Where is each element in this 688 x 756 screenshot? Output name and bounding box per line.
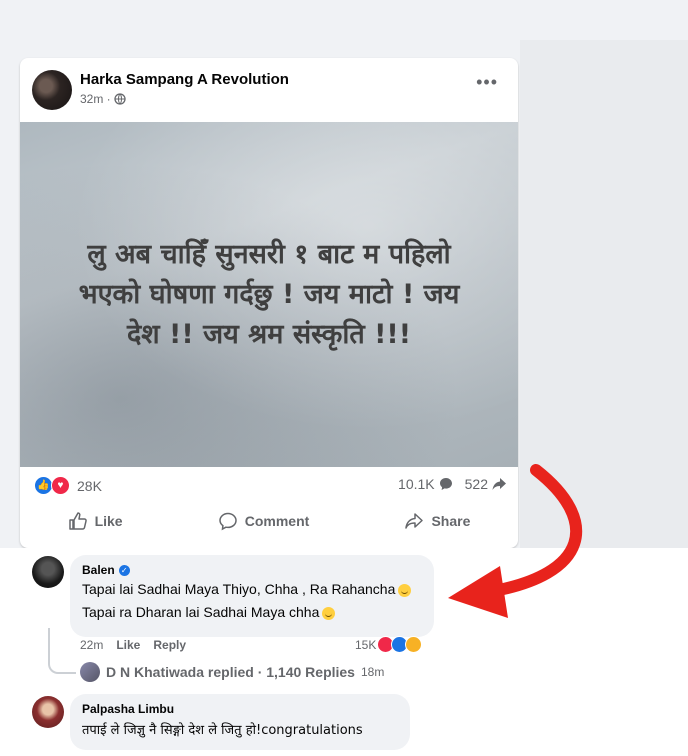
like-button[interactable]: Like [68, 511, 123, 531]
comment-time[interactable]: 22m [80, 638, 103, 652]
background-panel [520, 40, 688, 560]
commenter-name[interactable]: Balen ✓ [82, 563, 422, 577]
reply-thread-line [48, 628, 76, 674]
comment-bubble: Balen ✓ Tapai lai Sadhai Maya Thiyo, Chh… [70, 555, 434, 637]
commenter-avatar[interactable] [32, 556, 64, 588]
comment-count[interactable]: 10.1K [398, 476, 435, 492]
post-card: Harka Sampang A Revolution 32m · ••• लु … [20, 58, 518, 548]
more-options-icon[interactable]: ••• [476, 72, 498, 93]
post-image-text: लु अब चाहिँ सुनसरी १ बाट म पहिलो भएको घो… [78, 238, 460, 350]
view-replies-link[interactable]: D N Khatiwada replied · 1,140 Replies 18… [80, 662, 384, 682]
post-image[interactable]: लु अब चाहिँ सुनसरी १ बाट म पहिलो भएको घो… [20, 122, 518, 467]
comment-button[interactable]: Comment [218, 511, 310, 531]
verified-badge-icon: ✓ [118, 564, 130, 576]
commenter-avatar[interactable] [32, 696, 64, 728]
commenter-name[interactable]: Palpasha Limbu [82, 702, 398, 716]
comment-text: Tapai ra Dharan lai Sadhai Maya chha [82, 604, 422, 620]
comment-reaction-count: 15K [355, 637, 377, 652]
smile-emoji-icon [322, 606, 336, 620]
comment-meta: 22m Like Reply [80, 638, 186, 652]
comment-line: Tapai lai Sadhai Maya Thiyo, Chha , Ra R… [82, 581, 396, 597]
globe-icon [114, 93, 126, 105]
comments-section: Balen ✓ Tapai lai Sadhai Maya Thiyo, Chh… [0, 548, 688, 756]
replier-avatar [80, 662, 100, 682]
comment-like-button[interactable]: Like [116, 638, 140, 652]
reaction-summary[interactable]: 👍 ♥ 28K [34, 476, 102, 495]
commenter-name-text: Balen [82, 563, 115, 577]
share-count[interactable]: 522 [465, 476, 488, 492]
author-avatar[interactable] [32, 70, 72, 110]
post-author[interactable]: Harka Sampang A Revolution [80, 71, 289, 88]
engagement-counts: 10.1K 522 [398, 476, 506, 492]
post-meta: 32m · [80, 92, 126, 106]
share-label: Share [431, 513, 471, 529]
comment-icon [218, 512, 237, 531]
comment-bubble-icon [439, 478, 452, 490]
comment-text: तपाई ले जिज्ञु नै सिङ्गो देश ले जितु हो!… [82, 723, 363, 738]
commenter-name-text: Palpasha Limbu [82, 702, 175, 716]
comment-reply-button[interactable]: Reply [153, 638, 186, 652]
share-arrow-icon [492, 478, 506, 490]
share-button[interactable]: Share [404, 511, 470, 531]
reply-time: 18m [360, 665, 385, 679]
comment-line: Tapai ra Dharan lai Sadhai Maya chha [82, 604, 320, 620]
comment-text: Tapai lai Sadhai Maya Thiyo, Chha , Ra R… [82, 581, 422, 597]
thumbs-up-icon [68, 512, 87, 530]
post-time[interactable]: 32m · [80, 92, 111, 106]
like-label: Like [94, 513, 123, 529]
comment-label: Comment [244, 513, 310, 529]
reaction-count: 28K [77, 477, 102, 494]
comment-reactions[interactable]: 15K [355, 636, 423, 653]
love-reaction-icon: ♥ [51, 476, 70, 495]
smile-emoji-icon [398, 583, 412, 597]
comment-bubble: Palpasha Limbu तपाई ले जिज्ञु नै सिङ्गो … [70, 694, 410, 750]
post-actions: Like Comment Share [20, 504, 518, 538]
care-reaction-icon [405, 636, 423, 653]
share-icon [405, 513, 424, 529]
replies-summary: D N Khatiwada replied · 1,140 Replies [106, 664, 355, 680]
